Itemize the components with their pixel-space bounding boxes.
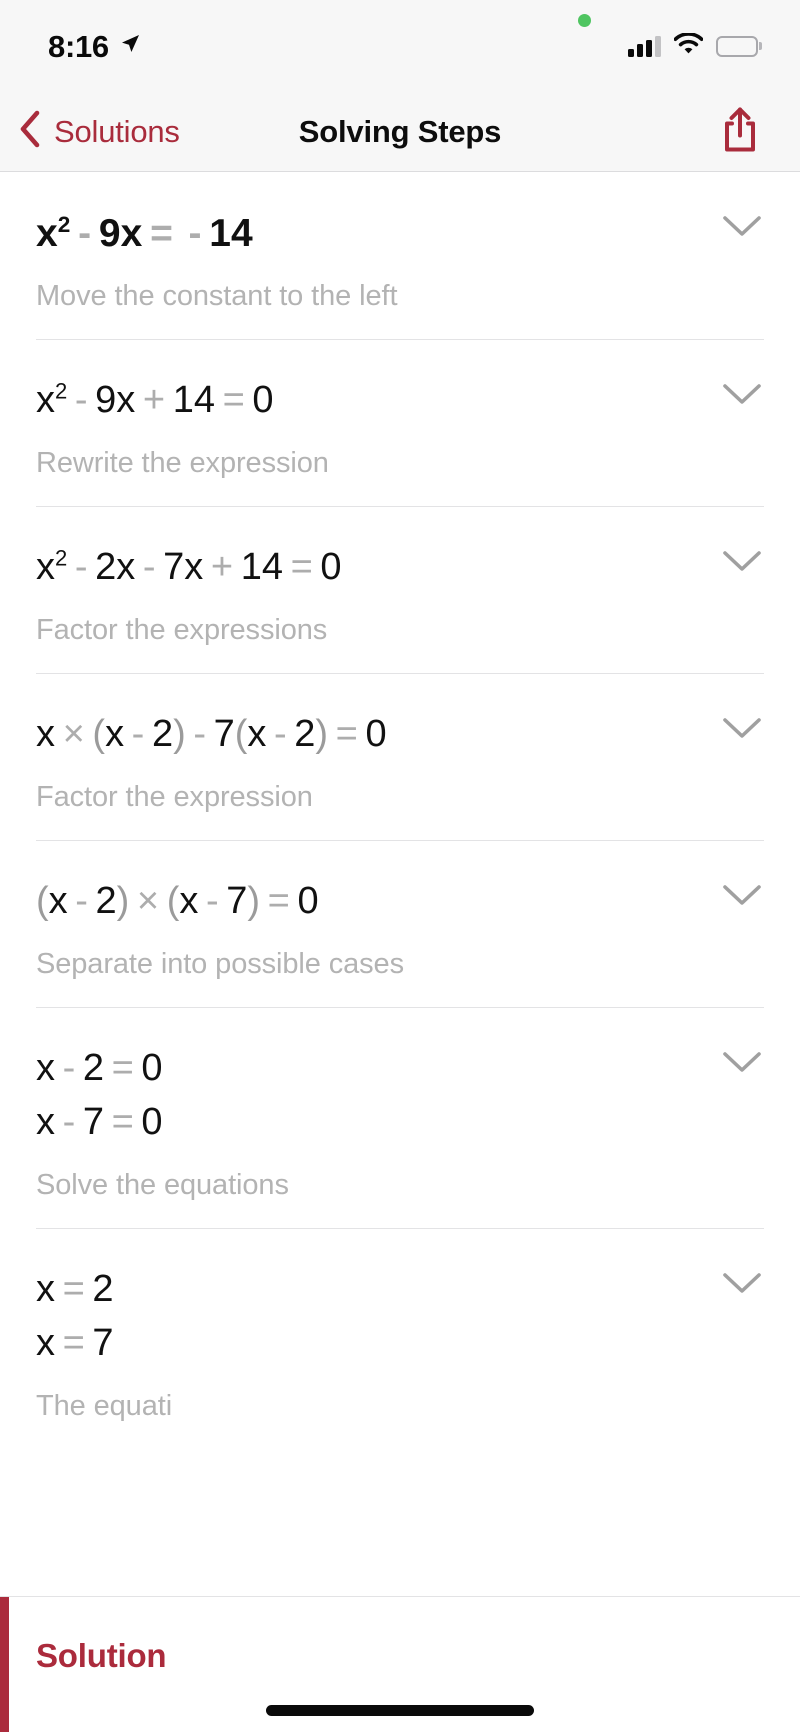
share-button[interactable] bbox=[720, 106, 760, 157]
chevron-down-icon[interactable] bbox=[722, 214, 762, 243]
step-description: The equati bbox=[36, 1390, 173, 1422]
step-equation: x × (x - 2) - 7(x - 2) = 0 bbox=[36, 713, 387, 756]
chevron-down-icon[interactable] bbox=[722, 716, 762, 745]
solving-step[interactable]: x2 - 9x = - 14 Move the constant to the l… bbox=[36, 172, 764, 339]
home-indicator-bar bbox=[266, 1705, 534, 1716]
chevron-down-icon[interactable] bbox=[722, 382, 762, 411]
step-equation: (x - 2) × (x - 7) = 0 bbox=[36, 880, 319, 923]
solving-step[interactable]: x - 2 = 0 x - 7 = 0 Solve the equations bbox=[36, 1007, 764, 1228]
step-equation: x - 2 = 0 bbox=[36, 1047, 163, 1090]
back-button[interactable]: Solutions bbox=[0, 110, 180, 153]
step-equation: x - 7 = 0 bbox=[36, 1101, 163, 1144]
step-equation: x = 2 bbox=[36, 1268, 114, 1311]
solution-title: Solution bbox=[36, 1637, 167, 1674]
step-description: Factor the expression bbox=[36, 781, 313, 814]
step-description: Solve the equations bbox=[36, 1169, 289, 1202]
chevron-left-icon bbox=[19, 110, 41, 153]
chevron-down-icon[interactable] bbox=[722, 1050, 762, 1079]
solving-step[interactable]: x = 2 x = 7 The equati bbox=[36, 1228, 764, 1449]
green-status-dot bbox=[578, 14, 591, 27]
solving-steps-screen: 8:16 Solutions Solving Steps x2 - 9x = -… bbox=[0, 0, 800, 1732]
status-bar-right bbox=[628, 32, 762, 59]
step-description: Separate into possible cases bbox=[36, 948, 404, 981]
step-equation: x = 7 bbox=[36, 1322, 114, 1365]
step-description: Factor the expressions bbox=[36, 614, 328, 647]
step-equation: x2 - 2x - 7x + 14 = 0 bbox=[36, 545, 342, 589]
step-description: Move the constant to the left bbox=[36, 280, 398, 313]
wifi-icon bbox=[673, 32, 704, 59]
solving-step[interactable]: (x - 2) × (x - 7) = 0 Separate into possi… bbox=[36, 840, 764, 1007]
solution-card[interactable]: Solution bbox=[0, 1596, 800, 1732]
cellular-signal-icon bbox=[628, 35, 661, 57]
back-button-label: Solutions bbox=[54, 113, 180, 149]
solution-accent-bar bbox=[0, 1597, 9, 1732]
navigation-bar: Solutions Solving Steps bbox=[0, 92, 800, 172]
step-equation: x2 - 9x + 14 = 0 bbox=[36, 378, 274, 422]
status-bar: 8:16 bbox=[0, 0, 800, 92]
step-equation: x2 - 9x = - 14 bbox=[36, 212, 253, 255]
battery-icon bbox=[716, 35, 762, 57]
location-arrow-icon bbox=[119, 33, 141, 60]
chevron-down-icon[interactable] bbox=[722, 549, 762, 578]
solving-step[interactable]: x2 - 2x - 7x + 14 = 0 Factor the expressi… bbox=[36, 506, 764, 673]
chevron-down-icon[interactable] bbox=[722, 883, 762, 912]
step-description: Rewrite the expression bbox=[36, 447, 329, 480]
solving-steps-list[interactable]: x2 - 9x = - 14 Move the constant to the l… bbox=[0, 172, 800, 1732]
solving-step[interactable]: x2 - 9x + 14 = 0 Rewrite the expression bbox=[36, 339, 764, 506]
solving-step[interactable]: x × (x - 2) - 7(x - 2) = 0 Factor the exp… bbox=[36, 673, 764, 840]
chevron-down-icon[interactable] bbox=[722, 1271, 762, 1300]
status-bar-time: 8:16 bbox=[48, 28, 109, 64]
share-icon bbox=[720, 106, 760, 157]
status-bar-left: 8:16 bbox=[48, 31, 141, 62]
